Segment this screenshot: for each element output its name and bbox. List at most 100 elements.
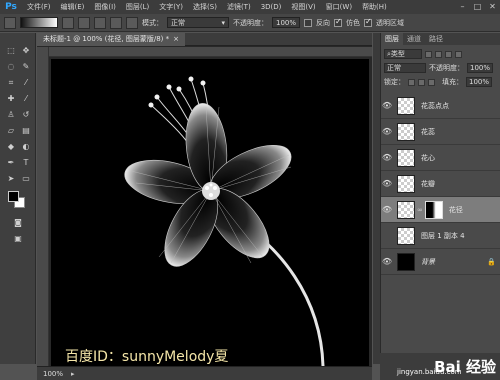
eye-icon[interactable]: 👁 [381, 205, 393, 214]
menu-window[interactable]: 窗口(W) [321, 2, 357, 12]
layer-filter-select[interactable]: ⌕ 类型 [384, 49, 422, 59]
status-bar: 100% ▸ [37, 366, 372, 380]
layer-row-stamen-dots[interactable]: 👁 花蕊点点 [381, 93, 500, 119]
reverse-checkbox[interactable] [304, 18, 312, 27]
blur-tool-icon[interactable]: ◆ [4, 141, 18, 153]
opacity-input[interactable]: 100% [272, 17, 300, 28]
menu-type[interactable]: 文字(Y) [154, 2, 188, 12]
menu-filter[interactable]: 滤镜(T) [222, 2, 256, 12]
path-select-icon[interactable]: ➤ [4, 173, 18, 185]
radial-gradient-icon[interactable] [78, 16, 90, 29]
gradient-tool-icon[interactable] [4, 16, 16, 29]
eye-icon[interactable]: 👁 [381, 101, 393, 110]
history-brush-icon[interactable]: ↺ [19, 109, 33, 121]
link-icon: ∞ [417, 205, 423, 214]
mode-value: 正常 [171, 18, 185, 27]
filter-pixel-icon[interactable] [425, 50, 432, 58]
stamen-tips [148, 76, 206, 108]
filter-type-icon[interactable] [445, 50, 452, 58]
window-controls: – □ ✕ [455, 1, 500, 13]
tab-channels[interactable]: 通道 [403, 33, 425, 45]
transparency-checkbox[interactable] [364, 17, 372, 27]
status-arrow-icon[interactable]: ▸ [71, 370, 75, 378]
layer-row-stamen[interactable]: 👁 花蕊 [381, 119, 500, 145]
layer-row-background[interactable]: 👁 背景 🔒 [381, 249, 500, 275]
screen-mode-icon[interactable]: ▣ [11, 233, 25, 245]
type-tool-icon[interactable]: T [19, 157, 33, 169]
eye-icon[interactable]: 👁 [381, 127, 393, 136]
diamond-gradient-icon[interactable] [126, 16, 138, 29]
eye-icon[interactable]: 👁 [381, 179, 393, 188]
pen-tool-icon[interactable]: ✒ [4, 157, 18, 169]
filter-shape-icon[interactable] [455, 50, 462, 58]
lock-pixels-icon[interactable] [408, 78, 415, 86]
author-watermark: 百度ID：sunnyMelody夏 [65, 349, 229, 365]
tab-paths[interactable]: 路径 [425, 33, 447, 45]
menu-3d[interactable]: 3D(D) [256, 3, 287, 11]
quick-select-icon[interactable]: ✎ [19, 61, 33, 73]
menu-select[interactable]: 选择(S) [188, 2, 222, 12]
brush-tool-icon[interactable]: ⁄ [19, 93, 33, 105]
fill-label: 填充： [442, 78, 463, 86]
dodge-tool-icon[interactable]: ◐ [19, 141, 33, 153]
layer-mask-thumbnail[interactable] [424, 200, 443, 219]
zoom-level[interactable]: 100% [43, 370, 63, 378]
layer-name: 花径 [448, 205, 463, 214]
crop-tool-icon[interactable]: ⌗ [4, 77, 18, 89]
blend-row: 正常 不透明度： 100% [381, 62, 500, 74]
menu-bar: Ps 文件(F) 编辑(E) 图像(I) 图层(L) 文字(Y) 选择(S) 滤… [0, 0, 500, 14]
layer-row-stem[interactable]: 👁 ∞ 花径 [381, 197, 500, 223]
menu-layer[interactable]: 图层(L) [121, 2, 154, 12]
angle-gradient-icon[interactable] [94, 16, 106, 29]
eraser-tool-icon[interactable]: ▱ [4, 125, 18, 137]
clone-stamp-icon[interactable]: ♙ [4, 109, 18, 121]
layer-row-petals[interactable]: 👁 花瓣 [381, 171, 500, 197]
minimize-button[interactable]: – [455, 1, 470, 13]
lock-position-icon[interactable] [418, 78, 425, 86]
close-button[interactable]: ✕ [485, 1, 500, 13]
reflected-gradient-icon[interactable] [110, 16, 122, 29]
layer-thumbnail [397, 148, 415, 167]
ruler-vertical [37, 47, 49, 367]
layer-row-flower-center[interactable]: 👁 花心 [381, 145, 500, 171]
layer-opacity-input[interactable]: 100% [467, 63, 494, 73]
menu-image[interactable]: 图像(I) [89, 2, 121, 12]
mode-select[interactable]: 正常 ▾ [167, 17, 229, 28]
eyedropper-icon[interactable]: ⁄ [19, 77, 33, 89]
layer-opacity-value: 100% [470, 64, 491, 72]
menu-file[interactable]: 文件(F) [22, 2, 56, 12]
canvas[interactable]: 百度ID：sunnyMelody夏 [51, 59, 369, 366]
ruler-horizontal [49, 47, 372, 57]
layers-panel: 图层 通道 路径 ⌕ 类型 正常 不透明度： 100% 锁定： 填充： 100% [380, 33, 500, 353]
menu-help[interactable]: 帮助(H) [357, 2, 392, 12]
dither-label: 仿色 [346, 18, 360, 27]
linear-gradient-icon[interactable] [62, 16, 74, 29]
healing-brush-icon[interactable]: ✚ [4, 93, 18, 105]
layer-row-layer1-copy4[interactable]: 图层 1 副本 4 [381, 223, 500, 249]
maximize-button[interactable]: □ [470, 1, 485, 13]
document-tab[interactable]: 未标题-1 @ 100% (花径, 图层蒙版/8) * × [37, 32, 185, 46]
dither-checkbox[interactable] [334, 17, 342, 27]
marquee-tool-icon[interactable]: ⬚ [4, 45, 18, 57]
layer-name: 花瓣 [421, 179, 435, 188]
layer-opacity-label: 不透明度： [429, 64, 464, 72]
move-tool-icon[interactable]: ✥ [19, 45, 33, 57]
menu-view[interactable]: 视图(V) [286, 2, 320, 12]
baidu-jingyan-url: jingyan.baidu.com [397, 368, 462, 376]
shape-tool-icon[interactable]: ▭ [19, 173, 33, 185]
lasso-tool-icon[interactable]: ◌ [4, 61, 18, 73]
eye-icon[interactable]: 👁 [381, 153, 393, 162]
gradient-picker[interactable] [20, 17, 58, 28]
menu-edit[interactable]: 编辑(E) [56, 2, 90, 12]
fill-input[interactable]: 100% [466, 77, 493, 87]
close-tab-icon[interactable]: × [173, 35, 179, 43]
filter-adjust-icon[interactable] [435, 50, 442, 58]
gradient-tool-icon[interactable]: ▤ [19, 125, 33, 137]
tab-layers[interactable]: 图层 [381, 33, 403, 45]
opacity-label: 不透明度： [233, 18, 268, 27]
lock-all-icon[interactable] [428, 78, 435, 86]
foreground-color-swatch[interactable] [8, 191, 19, 202]
blend-mode-select[interactable]: 正常 [384, 63, 426, 73]
eye-icon[interactable]: 👁 [381, 257, 393, 266]
quick-mask-icon[interactable]: ◙ [11, 217, 25, 229]
